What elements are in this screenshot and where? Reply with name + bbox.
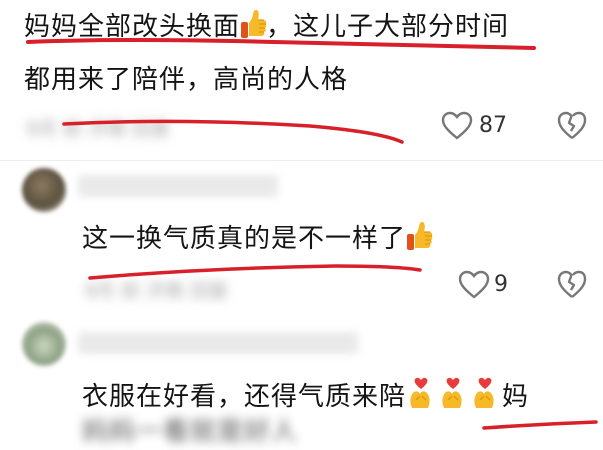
broken-heart-icon — [557, 270, 587, 298]
like-button-1[interactable]: 87 — [441, 111, 511, 143]
dislike-button-1[interactable] — [557, 111, 587, 145]
comment-3-text-b: 妈 — [502, 382, 530, 412]
comment-3-text-a: 衣服在好看，还得气质来陪 — [82, 382, 407, 412]
like-count-2: 9 — [494, 272, 508, 297]
like-button-2[interactable]: 9 — [458, 270, 518, 302]
comment-1-line-2: 都用来了陪伴，高尚的人格 — [24, 65, 349, 95]
underline-annotation-1 — [26, 38, 536, 50]
broken-heart-icon — [557, 111, 587, 139]
comment-3-text: 衣服在好看，还得气质来陪 妈 — [82, 376, 529, 415]
thumbs-up-icon — [406, 220, 433, 250]
dislike-button-2[interactable] — [557, 270, 587, 304]
underline-annotation-2 — [62, 119, 404, 144]
comment-3-line-2: 妈妈一看就是好人 — [82, 417, 299, 447]
heart-outline-icon — [441, 111, 473, 140]
underline-annotation-4 — [482, 420, 598, 430]
divider — [0, 160, 603, 161]
heart-hands-icon — [406, 376, 438, 408]
comment-2-text-a: 这一换气质真的是不一样了 — [82, 224, 407, 254]
comment-2-text: 这一换气质真的是不一样了 — [82, 220, 433, 257]
avatar[interactable] — [22, 322, 66, 366]
heart-outline-icon — [458, 270, 490, 299]
username-blurred[interactable] — [78, 332, 358, 354]
heart-hands-icon — [438, 376, 470, 408]
underline-annotation-3 — [88, 264, 422, 280]
avatar[interactable] — [22, 168, 66, 212]
heart-hands-icon — [470, 376, 502, 408]
username-blurred[interactable] — [78, 175, 278, 197]
like-count-1: 87 — [479, 113, 507, 138]
